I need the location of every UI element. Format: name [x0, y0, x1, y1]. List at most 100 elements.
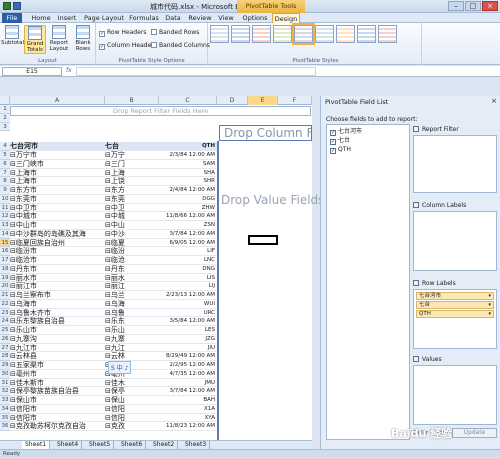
pivot-row-cell[interactable]: ⊟乌兰察布市 — [10, 291, 105, 300]
row-field-pill[interactable]: 七台河市 — [416, 292, 494, 300]
pivot-row-cell[interactable]: ⊟丽江 — [105, 282, 159, 291]
pivot-row-cell[interactable]: ⊟丹东市 — [10, 265, 105, 274]
pivot-row-cell[interactable]: ⊟九寨沟 — [10, 335, 105, 344]
column-header-e[interactable]: E — [248, 96, 278, 105]
pivot-row-cell[interactable]: URC — [159, 309, 217, 318]
pivot-row-cell[interactable]: 11/8/66 12:00 AM — [159, 212, 217, 221]
pivot-row-cell[interactable]: ⊟克孜 — [105, 422, 159, 431]
pivot-row-cell[interactable]: ⊟东方市 — [10, 186, 105, 195]
close-icon[interactable]: × — [491, 97, 497, 105]
row-header[interactable]: 35 — [0, 413, 10, 423]
pivot-row-cell[interactable]: ⊟上饶 — [105, 177, 159, 186]
sheet-tab-1[interactable]: Sheet1 — [22, 441, 51, 449]
pivot-row-cell[interactable]: BAH — [159, 396, 217, 405]
pivot-style-swatch[interactable] — [273, 25, 292, 43]
pivot-row-cell[interactable]: 3/7/84 12:00 AM — [159, 230, 217, 239]
report-filter-drop-zone[interactable]: Drop Report Filter Fields Here — [10, 106, 311, 116]
row-header[interactable]: 13 — [0, 221, 10, 230]
sheet-tab-6[interactable]: Sheet6 — [118, 441, 147, 449]
maximize-icon[interactable]: □ — [465, 1, 481, 11]
row-header[interactable]: 8 — [0, 177, 10, 186]
pivot-styles-gallery[interactable] — [210, 23, 397, 45]
pivot-row-cell[interactable]: ⊟中山 — [105, 221, 159, 230]
pivot-row-cell[interactable]: ⊟信阳 — [105, 414, 159, 423]
pivot-row-cell[interactable]: ⊟乌鲁木齐市 — [10, 309, 105, 318]
row-header[interactable]: 26 — [0, 334, 10, 344]
pivot-row-cell[interactable]: ⊟中沙群岛的岛礁及其海 — [10, 230, 105, 239]
report-layout-button[interactable]: Report Layout — [48, 25, 70, 52]
tab-design[interactable]: Design — [272, 13, 300, 23]
pivot-header-cell[interactable]: 七台 — [105, 142, 159, 151]
close-icon[interactable]: × — [482, 1, 498, 11]
pivot-row-cell[interactable]: ⊟三门峡市 — [10, 160, 105, 169]
ime-indicator[interactable]: S 中 ♪ — [108, 361, 132, 374]
tab-view[interactable]: View — [216, 13, 236, 23]
pivot-row-cell[interactable]: ⊟信阳市 — [10, 405, 105, 414]
pivot-row-cell[interactable]: LES — [159, 326, 217, 335]
column-header-c[interactable]: C — [159, 96, 217, 105]
pivot-row-cell[interactable]: ⊟乌海 — [105, 300, 159, 309]
tab-home[interactable]: Home — [30, 13, 52, 23]
field-checkbox[interactable]: ✓ QTH — [330, 146, 351, 154]
pivot-row-cell[interactable]: ⊟临沧 — [105, 256, 159, 265]
pivot-row-cell[interactable]: ⊟乐东黎族自治县 — [10, 317, 105, 326]
pivot-row-cell[interactable]: ⊟佳木斯市 — [10, 379, 105, 388]
pivot-row-cell[interactable]: ⊟佳木 — [105, 379, 159, 388]
row-header[interactable]: 11 — [0, 203, 10, 213]
pivot-row-cell[interactable]: ⊟乐山 — [105, 326, 159, 335]
pivot-row-cell[interactable]: ⊟中城市 — [10, 212, 105, 221]
pivot-row-cell[interactable]: ⊟东方 — [105, 186, 159, 195]
pivot-style-swatch[interactable] — [252, 25, 271, 43]
pivot-row-cell[interactable]: ⊟乌兰 — [105, 291, 159, 300]
pivot-row-cell[interactable]: ⊟中沙 — [105, 230, 159, 239]
pivot-row-cell[interactable]: ⊟丽江市 — [10, 282, 105, 291]
pivot-row-cell[interactable]: ⊟云林县 — [10, 352, 105, 361]
row-header[interactable]: 34 — [0, 404, 10, 414]
field-checkbox[interactable]: ✓ 七台 — [330, 137, 350, 145]
pivot-row-cell[interactable]: ⊟保亭 — [105, 387, 159, 396]
row-header[interactable]: 10 — [0, 194, 10, 204]
pivot-row-cell[interactable]: 11/8/23 12:00 AM — [159, 422, 217, 431]
pivot-row-cell[interactable]: ⊟保山 — [105, 396, 159, 405]
tab-data[interactable]: Data — [163, 13, 183, 23]
pivot-row-cell[interactable]: ⊟乐山市 — [10, 326, 105, 335]
pivot-style-swatch[interactable] — [210, 25, 229, 43]
report-filter-area[interactable] — [413, 135, 497, 193]
pivot-row-cell[interactable]: ⊟信阳市 — [10, 414, 105, 423]
pivot-row-cell[interactable]: ZSN — [159, 221, 217, 230]
window-controls[interactable]: – □ × — [448, 1, 498, 11]
pivot-row-cell[interactable]: JIU — [159, 344, 217, 353]
row-header[interactable]: 1 — [0, 105, 10, 114]
pivot-row-cell[interactable]: ⊟临汾市 — [10, 247, 105, 256]
pivot-row-cell[interactable]: ⊟乌海市 — [10, 300, 105, 309]
pivot-row-cell[interactable]: ⊟东莞市 — [10, 195, 105, 204]
pivot-row-cell[interactable]: SAM — [159, 160, 217, 169]
pivot-row-cell[interactable]: 2/4/84 12:00 AM — [159, 186, 217, 195]
pivot-row-cell[interactable]: ⊟信阳 — [105, 405, 159, 414]
column-header-b[interactable]: B — [105, 96, 159, 105]
pivot-row-cell[interactable]: WUI — [159, 300, 217, 309]
row-header[interactable]: 23 — [0, 308, 10, 318]
pivot-row-cell[interactable]: ⊟丹东 — [105, 265, 159, 274]
pivot-style-swatch[interactable] — [357, 25, 376, 43]
pivot-row-cell[interactable]: 2/3/84 12:00 AM — [159, 151, 217, 160]
selected-cell-e15[interactable] — [248, 235, 278, 245]
pivot-row-cell[interactable]: ⊟中山市 — [10, 221, 105, 230]
row-header[interactable]: 14 — [0, 229, 10, 239]
pivot-row-cell[interactable]: ⊟丽水 — [105, 274, 159, 283]
column-headers-checkbox[interactable]: ✓ Column Headers — [99, 42, 157, 50]
pivot-style-swatch[interactable] — [378, 25, 397, 43]
select-all-corner[interactable] — [0, 96, 10, 105]
pivot-row-cell[interactable]: ⊟临沧市 — [10, 256, 105, 265]
subtotals-button[interactable]: Subtotals — [1, 25, 27, 46]
row-header[interactable]: 30 — [0, 369, 10, 379]
pivot-row-cell[interactable]: LIS — [159, 274, 217, 283]
pivot-row-cell[interactable]: ⊟九江 — [105, 344, 159, 353]
row-header[interactable]: 18 — [0, 264, 10, 274]
pivot-row-cell[interactable]: DGG — [159, 195, 217, 204]
pivot-row-cell[interactable]: 6/9/05 12:00 AM — [159, 239, 217, 248]
pivot-row-cell[interactable]: LIJ — [159, 282, 217, 291]
sheet-tab-5[interactable]: Sheet5 — [86, 441, 115, 449]
pivot-row-cell[interactable]: ⊟云林 — [105, 352, 159, 361]
pivot-row-cell[interactable]: ⊟保亭黎族苗族自治县 — [10, 387, 105, 396]
